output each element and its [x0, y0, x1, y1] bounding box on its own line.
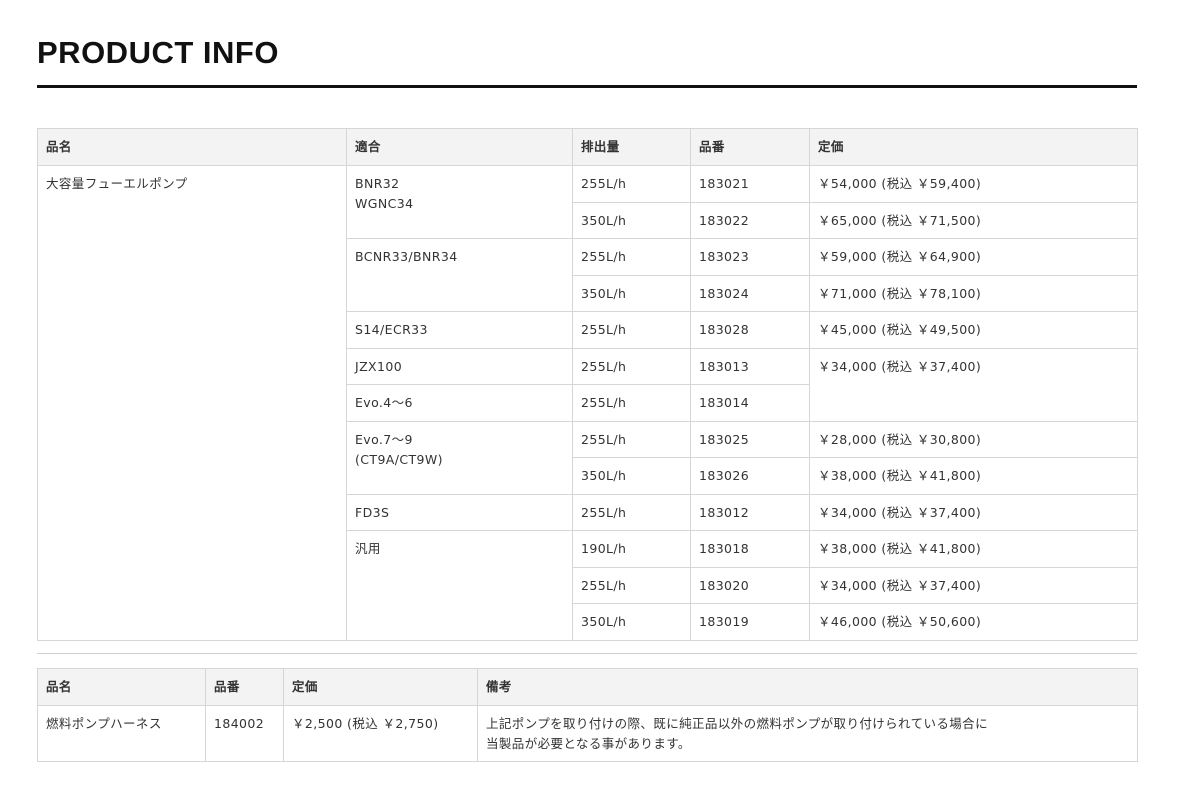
fit-cell: FD3S	[346, 493, 573, 531]
part-number-cell: 183028	[690, 311, 810, 349]
fit-cell: Evo.4〜6	[346, 384, 573, 422]
fit-cell: BNR32 WGNC34	[346, 165, 573, 239]
price-cell: ￥38,000 (税込 ￥41,800)	[809, 530, 1138, 568]
displacement-cell: 255L/h	[572, 311, 691, 349]
part-number-cell: 183021	[690, 165, 810, 203]
part-number-cell: 183012	[690, 493, 810, 531]
price-cell: ￥34,000 (税込 ￥37,400)	[809, 493, 1138, 531]
header-part-number: 品番	[205, 668, 284, 706]
header-part-number: 品番	[690, 128, 810, 166]
price-cell: ￥59,000 (税込 ￥64,900)	[809, 238, 1138, 276]
part-number-cell: 183026	[690, 457, 810, 495]
header-product-name: 品名	[37, 668, 206, 706]
displacement-cell: 350L/h	[572, 201, 691, 239]
section-divider	[37, 653, 1137, 654]
displacement-cell: 255L/h	[572, 384, 691, 422]
part-number-cell: 183019	[690, 603, 810, 641]
displacement-cell: 350L/h	[572, 274, 691, 312]
part-number-cell: 183025	[690, 420, 810, 458]
table-header-row: 品名 適合 排出量 品番 定価	[37, 128, 1138, 166]
header-price: 定価	[809, 128, 1138, 166]
price-cell: ￥34,000 (税込 ￥37,400)	[809, 566, 1138, 604]
displacement-cell: 255L/h	[572, 238, 691, 276]
fit-cell: S14/ECR33	[346, 311, 573, 349]
price-cell: ￥34,000 (税込 ￥37,400)	[809, 347, 1138, 422]
product-name-cell: 燃料ポンプハーネス	[37, 705, 206, 762]
header-fit: 適合	[346, 128, 573, 166]
harness-table: 品名 品番 定価 備考 燃料ポンプハーネス 184002 ￥2,500 (税込 …	[37, 668, 1138, 762]
price-cell: ￥46,000 (税込 ￥50,600)	[809, 603, 1138, 641]
fuel-pump-table: 品名 適合 排出量 品番 定価 大容量フューエルポンプ BNR32 WGNC34…	[37, 128, 1138, 641]
displacement-cell: 255L/h	[572, 347, 691, 385]
remarks-line: 上記ポンプを取り付けの際、既に純正品以外の燃料ポンプが取り付けられている場合に	[486, 716, 988, 731]
page-title: PRODUCT INFO	[37, 35, 279, 70]
displacement-cell: 350L/h	[572, 603, 691, 641]
header-product-name: 品名	[37, 128, 347, 166]
title-underline	[37, 85, 1137, 88]
part-number-cell: 183018	[690, 530, 810, 568]
fit-cell: BCNR33/BNR34	[346, 238, 573, 312]
price-cell: ￥71,000 (税込 ￥78,100)	[809, 274, 1138, 312]
fit-line: (CT9A/CT9W)	[355, 451, 443, 467]
displacement-cell: 190L/h	[572, 530, 691, 568]
price-cell: ￥28,000 (税込 ￥30,800)	[809, 420, 1138, 458]
fit-cell: JZX100	[346, 347, 573, 385]
price-cell: ￥2,500 (税込 ￥2,750)	[283, 705, 478, 762]
fit-line: WGNC34	[355, 196, 414, 211]
part-number-cell: 184002	[205, 705, 284, 762]
displacement-cell: 255L/h	[572, 493, 691, 531]
part-number-cell: 183022	[690, 201, 810, 239]
price-cell: ￥38,000 (税込 ￥41,800)	[809, 457, 1138, 495]
displacement-cell: 255L/h	[572, 420, 691, 458]
displacement-cell: 255L/h	[572, 165, 691, 203]
fit-line: BNR32	[355, 176, 400, 191]
fit-cell: Evo.7〜9 (CT9A/CT9W)	[346, 420, 573, 495]
part-number-cell: 183023	[690, 238, 810, 276]
displacement-cell: 255L/h	[572, 566, 691, 604]
header-price: 定価	[283, 668, 478, 706]
part-number-cell: 183014	[690, 384, 810, 422]
remarks-line: 当製品が必要となる事があります。	[486, 736, 691, 751]
displacement-cell: 350L/h	[572, 457, 691, 495]
price-cell: ￥65,000 (税込 ￥71,500)	[809, 201, 1138, 239]
header-remarks: 備考	[477, 668, 1138, 706]
header-displacement: 排出量	[572, 128, 691, 166]
table-row: 大容量フューエルポンプ BNR32 WGNC34 255L/h 183021 ￥…	[37, 165, 1138, 641]
table-row: 燃料ポンプハーネス 184002 ￥2,500 (税込 ￥2,750) 上記ポン…	[37, 705, 1138, 762]
part-number-cell: 183013	[690, 347, 810, 385]
price-cell: ￥45,000 (税込 ￥49,500)	[809, 311, 1138, 349]
part-number-cell: 183020	[690, 566, 810, 604]
fit-line: Evo.7〜9	[355, 431, 413, 447]
remarks-cell: 上記ポンプを取り付けの際、既に純正品以外の燃料ポンプが取り付けられている場合に …	[477, 705, 1138, 762]
product-name-cell: 大容量フューエルポンプ	[37, 165, 347, 641]
fit-cell: 汎用	[346, 530, 573, 641]
table-header-row: 品名 品番 定価 備考	[37, 668, 1138, 706]
price-cell: ￥54,000 (税込 ￥59,400)	[809, 165, 1138, 203]
part-number-cell: 183024	[690, 274, 810, 312]
